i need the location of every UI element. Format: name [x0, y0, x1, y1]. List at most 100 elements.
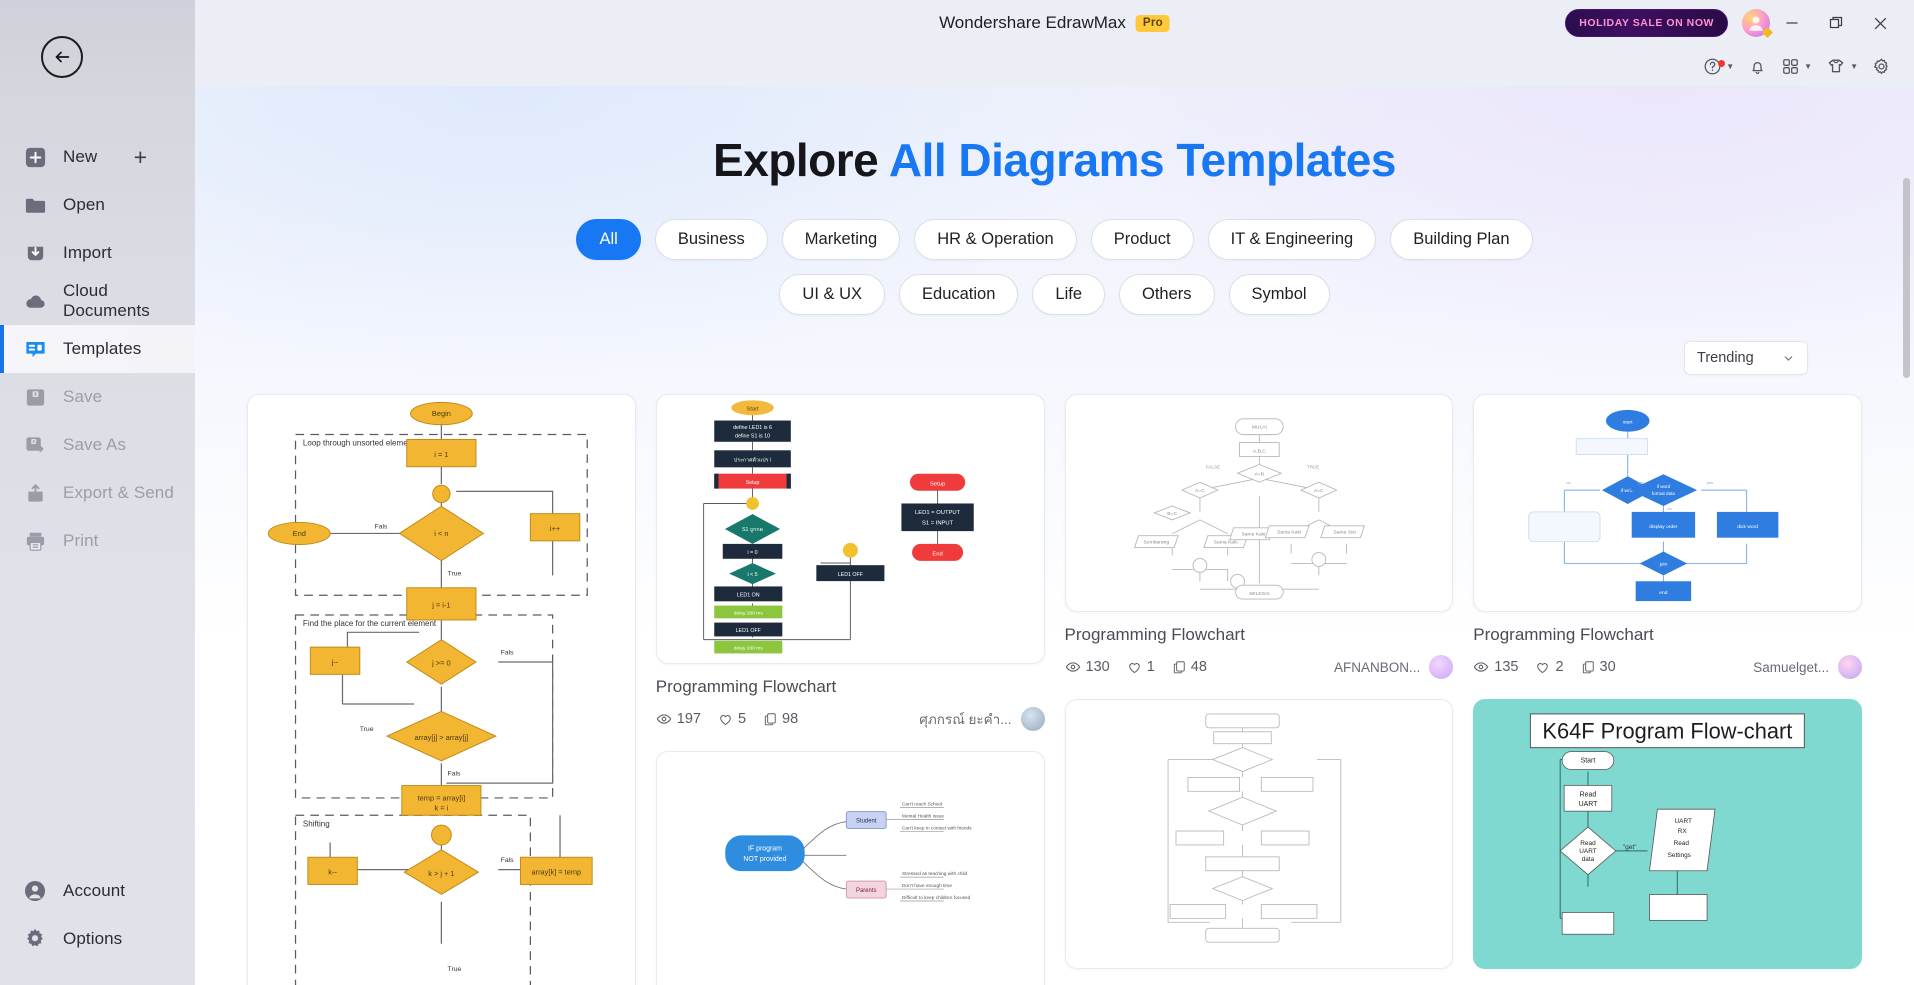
sort-dropdown[interactable]: Trending	[1684, 341, 1808, 375]
svg-text:Sama Kaki: Sama Kaki	[1277, 530, 1301, 536]
template-card[interactable]: K64F Program Flow-chart Start Read UART …	[1473, 699, 1862, 969]
author-name: ศุภกรณ์ ยะคํา...	[919, 712, 1012, 727]
heart-icon	[1128, 662, 1140, 673]
svg-text:Don't have enough time: Don't have enough time	[902, 883, 952, 889]
category-pill-others[interactable]: Others	[1119, 274, 1215, 315]
sidebar-item-open[interactable]: Open	[0, 181, 195, 229]
copy-icon	[1582, 661, 1594, 674]
holiday-sale-button[interactable]: HOLIDAY SALE ON NOW	[1565, 9, 1728, 37]
sidebar-item-label: Save	[63, 387, 103, 406]
category-pill-it-engineering[interactable]: IT & Engineering	[1207, 219, 1377, 260]
theme-button[interactable]: ▼	[1819, 56, 1865, 76]
svg-text:array[j] > array[j]: array[j] > array[j]	[415, 733, 469, 742]
likes-count: 5	[737, 711, 747, 727]
close-button[interactable]	[1858, 0, 1902, 46]
grid-column-4: start if write if word format data displ…	[1473, 394, 1862, 969]
copies-stat: 98	[763, 711, 798, 727]
svg-text:display order: display order	[1650, 524, 1679, 530]
svg-text:LED1 ON: LED1 ON	[737, 593, 760, 599]
category-pill-building-plan[interactable]: Building Plan	[1390, 219, 1533, 260]
notifications-button[interactable]	[1741, 57, 1774, 76]
sidebar-item-label: Import	[63, 243, 112, 262]
sidebar-item-save-as[interactable]: Save As	[0, 421, 195, 469]
sidebar-item-account[interactable]: Account	[0, 867, 195, 915]
new-add-button[interactable]: +	[134, 145, 147, 169]
template-card[interactable]: start if write if word format data displ…	[1473, 394, 1862, 679]
scrollbar-thumb[interactable]	[1903, 178, 1910, 378]
cloud-icon	[23, 289, 47, 313]
sidebar-item-label: Export & Send	[63, 483, 174, 502]
sidebar-item-print[interactable]: Print	[0, 517, 195, 565]
import-icon	[23, 241, 47, 265]
svg-text:S1 = INPUT: S1 = INPUT	[922, 521, 954, 527]
heart-icon	[1537, 662, 1549, 673]
svg-text:Parents: Parents	[856, 888, 876, 894]
template-thumbnail: MULAI A,B,C A=B A=C A=C B=C Sembarang Sama K…	[1064, 394, 1454, 612]
template-card[interactable]: MULAI A,B,C A=B A=C A=C B=C Sembarang Sama K…	[1064, 394, 1454, 679]
svg-text:Fals: Fals	[501, 857, 514, 864]
category-pill-life[interactable]: Life	[1032, 274, 1106, 315]
svg-text:Loop through unsorted elements: Loop through unsorted elements	[303, 439, 418, 448]
svg-text:dick word: dick word	[1737, 524, 1758, 530]
sidebar-item-save[interactable]: Save	[0, 373, 195, 421]
left-sidebar: New + Open Import Cloud Documents Templa…	[0, 0, 195, 985]
page-title: Explore All Diagrams Templates	[195, 133, 1914, 187]
svg-text:yes: yes	[1638, 480, 1644, 485]
svg-text:delay 200 ms: delay 200 ms	[734, 646, 764, 652]
category-pill-marketing[interactable]: Marketing	[781, 219, 901, 260]
svg-text:i < n: i < n	[434, 529, 448, 538]
sidebar-item-cloud-documents[interactable]: Cloud Documents	[0, 277, 195, 325]
sidebar-item-options[interactable]: Options	[0, 915, 195, 963]
minimize-button[interactable]	[1770, 0, 1814, 46]
category-pill-hr-operation[interactable]: HR & Operation	[914, 219, 1077, 260]
template-card[interactable]: Start define LED1 is 6 define S1 is 10 ป…	[655, 394, 1045, 731]
apps-grid-button[interactable]: ▼	[1774, 57, 1819, 76]
svg-text:end: end	[1660, 590, 1668, 596]
template-card-meta: 130 1 48 AFNANBON...	[1065, 655, 1454, 679]
svg-text:Can't keep in contact with fri: Can't keep in contact with friends	[902, 825, 972, 831]
svg-text:A=C: A=C	[1195, 488, 1205, 494]
views-count: 130	[1085, 659, 1110, 675]
svg-text:A=C: A=C	[1313, 488, 1323, 494]
template-author: AFNANBON...	[1334, 655, 1454, 679]
sidebar-item-new[interactable]: New +	[0, 133, 195, 181]
help-icon-button[interactable]: ▼	[1696, 57, 1741, 76]
views-stat: 130	[1065, 659, 1110, 675]
apps-grid-icon	[1783, 58, 1799, 74]
category-pill-education[interactable]: Education	[899, 274, 1019, 315]
category-pill-product[interactable]: Product	[1090, 219, 1194, 260]
template-card[interactable]: Loop through unsorted elements Find the …	[247, 394, 636, 985]
restore-button[interactable]	[1814, 0, 1858, 46]
sidebar-item-export-send[interactable]: Export & Send	[0, 469, 195, 517]
svg-text:Sama Kaki: Sama Kaki	[1213, 540, 1237, 546]
new-icon	[23, 145, 47, 169]
grid-column-2: Start define LED1 is 6 define S1 is 10 ป…	[655, 394, 1045, 985]
category-pill-symbol[interactable]: Symbol	[1228, 274, 1330, 315]
svg-text:Student: Student	[856, 819, 877, 825]
likes-stat: 5	[718, 711, 746, 727]
user-avatar[interactable]	[1742, 9, 1770, 37]
back-button[interactable]	[41, 36, 83, 78]
template-author: ศุภกรณ์ ยะคํา...	[919, 707, 1045, 731]
sidebar-item-import[interactable]: Import	[0, 229, 195, 277]
k64f-heading: K64F Program Flow-chart	[1543, 719, 1793, 744]
sort-row: Trending	[195, 341, 1914, 375]
chevron-down-icon: ▼	[1726, 61, 1735, 71]
svg-text:Mental Health Issue: Mental Health Issue	[902, 814, 944, 820]
category-pill-all[interactable]: All	[576, 219, 641, 260]
category-pill-ui-ux[interactable]: UI & UX	[779, 274, 886, 315]
svg-text:Read: Read	[1674, 840, 1690, 847]
sidebar-menu: New + Open Import Cloud Documents Templa…	[0, 133, 195, 565]
template-card-meta: 135 2 30 Samuelget...	[1473, 655, 1862, 679]
svg-text:format data: format data	[1652, 491, 1675, 496]
template-card[interactable]: IF program NOT provided Student Parents …	[655, 751, 1045, 985]
template-thumbnail: start if write if word format data displ…	[1473, 394, 1862, 612]
sidebar-item-templates[interactable]: Templates	[0, 325, 195, 373]
settings-button[interactable]	[1865, 57, 1898, 76]
avatar-person-icon	[1749, 16, 1763, 31]
template-card[interactable]	[1064, 699, 1454, 969]
category-pill-business[interactable]: Business	[654, 219, 768, 260]
template-thumbnail: Loop through unsorted elements Find the …	[247, 394, 636, 985]
chevron-down-icon: ▼	[1804, 61, 1813, 71]
template-grid: Loop through unsorted elements Find the …	[195, 394, 1914, 985]
